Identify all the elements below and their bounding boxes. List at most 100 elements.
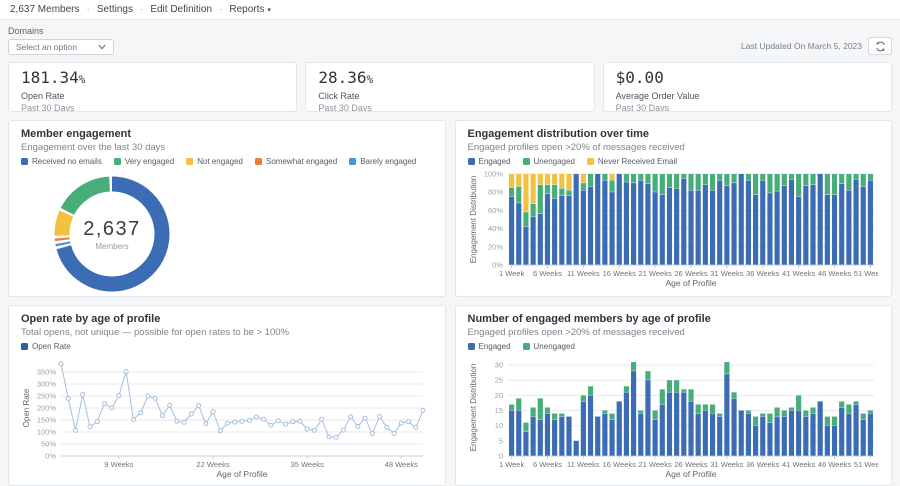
caret-down-icon: ▾ [267,7,271,14]
svg-text:40%: 40% [487,224,502,233]
svg-text:48 Weeks: 48 Weeks [385,460,418,469]
charts-row-top: Member engagement Engagement over the la… [8,120,892,297]
legend-swatch [21,158,28,165]
legend-label: Unengaged [534,342,575,351]
legend-item[interactable]: Open Rate [21,342,71,351]
svg-text:60%: 60% [487,206,502,215]
nav-dropdown-reports[interactable]: Reports▾ [229,4,271,15]
domains-select[interactable]: Select an option [8,39,114,55]
last-updated-text: Last Updated On March 5, 2023 [741,41,862,51]
nav-separator: · [219,4,222,15]
svg-text:41 Weeks: 41 Weeks [782,460,815,469]
svg-text:31 Weeks: 31 Weeks [710,460,743,469]
panel-subtitle: Total opens, not unique — possible for o… [21,327,433,338]
legend-item[interactable]: Never Received Email [587,157,677,166]
engagement-distribution-legend: Engaged Unengaged Never Received Email [468,157,880,166]
legend-label: Open Rate [32,342,71,351]
legend-item[interactable]: Engaged [468,157,511,166]
panel-title: Open rate by age of profile [21,313,433,325]
legend-swatch [349,158,356,165]
charts-row-bottom: Open rate by age of profile Total opens,… [8,305,892,486]
svg-text:Engagement Distribution: Engagement Distribution [469,364,478,452]
legend-swatch [255,158,262,165]
nav-separator: · [86,4,89,15]
panel-title: Number of engaged members by age of prof… [468,313,880,325]
legend-item[interactable]: Engaged [468,342,511,351]
svg-text:36 Weeks: 36 Weeks [746,269,779,278]
svg-text:25: 25 [494,376,502,385]
domains-label: Domains [8,26,114,36]
nav-separator: · [140,4,143,15]
kpi-value: 181.34% [21,69,284,89]
svg-text:6 Weeks: 6 Weeks [532,460,561,469]
open-rate-legend: Open Rate [21,342,433,351]
svg-text:46 Weeks: 46 Weeks [817,460,850,469]
svg-text:30: 30 [494,361,502,370]
legend-swatch [523,343,530,350]
engaged-members-panel: Number of engaged members by age of prof… [455,305,893,486]
nav-link-edit-definition[interactable]: Edit Definition [150,4,212,15]
svg-text:11 Weeks: 11 Weeks [567,269,600,278]
filter-bar: Domains Select an option Last Updated On… [8,26,892,55]
legend-item[interactable]: Barely engaged [349,157,416,166]
svg-text:36 Weeks: 36 Weeks [746,460,779,469]
kpi-period: Past 30 Days [616,103,879,112]
legend-item[interactable]: Unengaged [523,157,575,166]
svg-text:80%: 80% [487,188,502,197]
legend-item[interactable]: Very engaged [114,157,174,166]
donut-chart-canvas [47,169,177,297]
legend-label: Unengaged [534,157,575,166]
engaged-members-legend: Engaged Unengaged [468,342,880,351]
engagement-distribution-chart[interactable]: 0%20%40%60%80%100%Engagement Distributio… [468,169,880,294]
svg-text:300%: 300% [37,380,57,389]
nav-link-settings[interactable]: Settings [97,4,133,15]
legend-swatch [468,343,475,350]
svg-text:0%: 0% [45,452,56,461]
open-rate-panel: Open rate by age of profile Total opens,… [8,305,446,486]
member-engagement-donut[interactable]: 2,637 Members [47,169,177,297]
last-updated: Last Updated On March 5, 2023 [741,37,892,55]
kpi-card-click-rate: 28.36% Click Rate Past 30 Days [305,62,594,112]
engagement-distribution-panel: Engagement distribution over time Engage… [455,120,893,297]
svg-text:350%: 350% [37,368,57,377]
kpi-cards: 181.34% Open Rate Past 30 Days 28.36% Cl… [8,62,892,112]
open-rate-chart[interactable]: 0%50%100%150%200%250%300%350%Open RateAg… [21,354,433,485]
legend-item[interactable]: Unengaged [523,342,575,351]
svg-text:41 Weeks: 41 Weeks [782,269,815,278]
svg-text:31 Weeks: 31 Weeks [710,269,743,278]
legend-swatch [21,343,28,350]
legend-label: Engaged [479,342,511,351]
legend-item[interactable]: Received no emails [21,157,102,166]
legend-label: Somewhat engaged [266,157,337,166]
svg-text:16 Weeks: 16 Weeks [602,460,635,469]
refresh-button[interactable] [868,37,892,55]
refresh-icon [875,41,886,52]
panel-title: Member engagement [21,128,433,140]
legend-label: Not engaged [197,157,243,166]
legend-label: Barely engaged [360,157,416,166]
member-engagement-legend: Received no emails Very engaged Not engage… [21,157,433,166]
panel-subtitle: Engagement over the last 30 days [21,142,433,153]
domains-filter: Domains Select an option [8,26,114,55]
kpi-label: Open Rate [21,91,284,101]
legend-label: Very engaged [125,157,174,166]
svg-text:Open Rate: Open Rate [22,388,31,427]
svg-text:9 Weeks: 9 Weeks [104,460,133,469]
panel-subtitle: Engaged profiles open >20% of messages r… [468,142,880,153]
member-engagement-panel: Member engagement Engagement over the la… [8,120,446,297]
svg-text:51 Weeks: 51 Weeks [853,269,877,278]
legend-swatch [468,158,475,165]
kpi-period: Past 30 Days [21,103,284,112]
engaged-members-chart[interactable]: 051015202530Engagement DistributionAge o… [468,354,880,485]
panel-subtitle: Engaged profiles open >20% of messages r… [468,327,880,338]
kpi-period: Past 30 Days [318,103,581,112]
kpi-value: 28.36% [318,69,581,89]
legend-label: Received no emails [32,157,102,166]
svg-text:150%: 150% [37,416,57,425]
legend-item[interactable]: Somewhat engaged [255,157,337,166]
svg-text:Engagement Distribution: Engagement Distribution [469,176,478,264]
kpi-label: Average Order Value [616,91,879,101]
legend-item[interactable]: Not engaged [186,157,243,166]
svg-text:51 Weeks: 51 Weeks [853,460,877,469]
legend-label: Never Received Email [598,157,677,166]
